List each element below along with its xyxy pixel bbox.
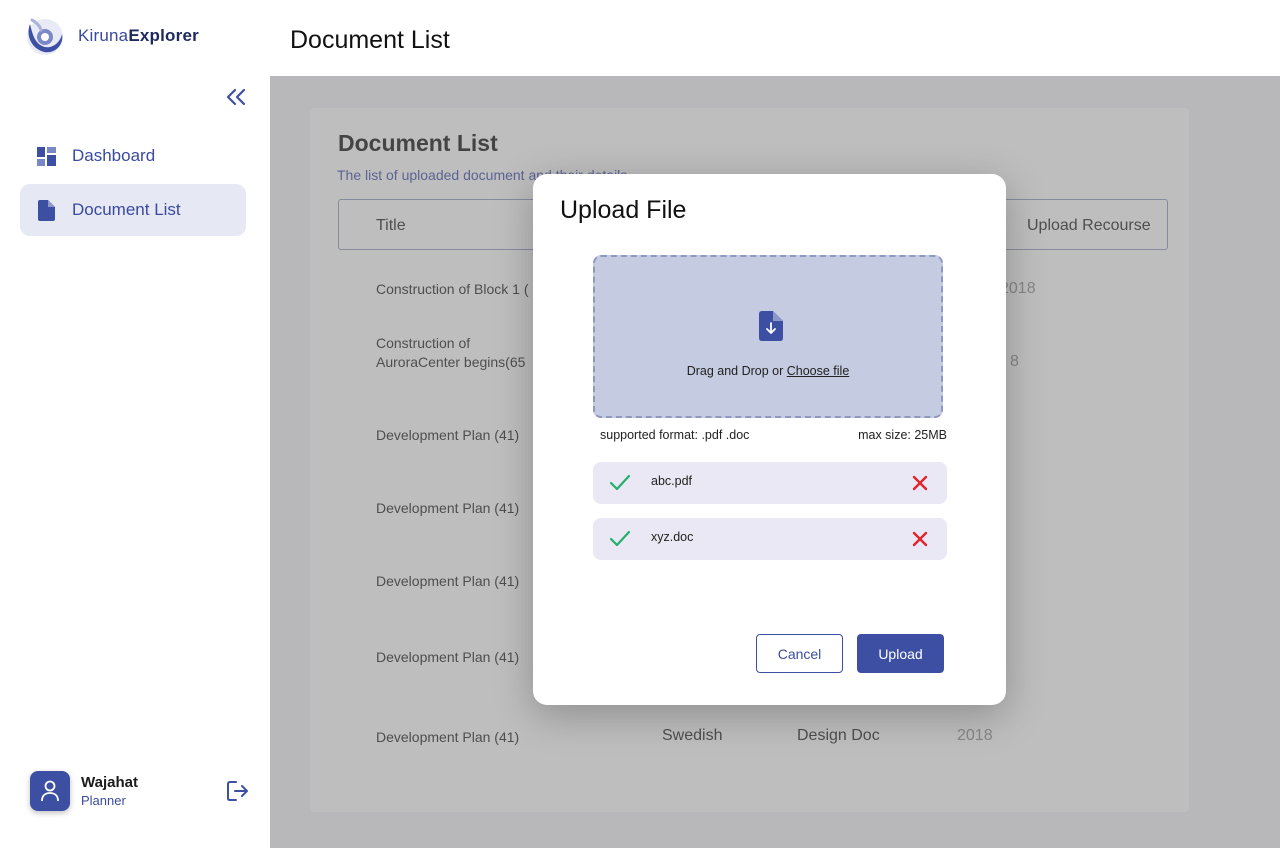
file-download-icon xyxy=(759,311,783,341)
file-name: abc.pdf xyxy=(651,474,693,488)
app-logo[interactable]: KirunaExplorer xyxy=(22,14,199,58)
dashboard-icon xyxy=(36,146,56,166)
user-info: Wajahat Planner xyxy=(81,774,138,808)
user-icon xyxy=(41,780,59,802)
sidebar: KirunaExplorer Dashboard Document List W… xyxy=(0,0,270,848)
logo-text: KirunaExplorer xyxy=(78,26,199,45)
upload-file-dialog: Upload File Drag and Drop or Choose file… xyxy=(533,174,1006,705)
file-list-item: xyz.doc xyxy=(593,518,947,560)
collapse-sidebar-button[interactable] xyxy=(224,85,248,109)
avatar[interactable] xyxy=(30,771,70,811)
sidebar-item-label: Document List xyxy=(72,200,181,219)
user-role: Planner xyxy=(81,793,126,808)
page-header: Document List xyxy=(270,0,1280,76)
logo-mark-icon xyxy=(27,18,63,55)
sidebar-nav: Dashboard Document List xyxy=(20,130,246,238)
max-size-text: max size: 25MB xyxy=(858,428,947,442)
file-list-item: abc.pdf xyxy=(593,462,947,504)
close-icon[interactable] xyxy=(911,530,929,548)
file-dropzone[interactable]: Drag and Drop or Choose file xyxy=(593,255,943,418)
user-profile: Wajahat Planner xyxy=(30,771,250,811)
document-icon xyxy=(36,199,56,221)
upload-button[interactable]: Upload xyxy=(857,634,944,673)
user-name: Wajahat xyxy=(81,774,138,791)
dialog-title: Upload File xyxy=(560,196,687,224)
sidebar-item-label: Dashboard xyxy=(72,146,156,165)
supported-formats-text: supported format: .pdf .doc xyxy=(600,428,750,442)
file-name: xyz.doc xyxy=(651,530,694,544)
choose-file-link[interactable]: Choose file xyxy=(787,364,850,378)
page-title: Document List xyxy=(290,26,450,54)
cancel-button[interactable]: Cancel xyxy=(756,634,843,673)
sidebar-item-dashboard[interactable]: Dashboard xyxy=(20,130,246,182)
dropzone-text: Drag and Drop or Choose file xyxy=(686,364,850,378)
check-icon xyxy=(609,530,631,547)
logout-button[interactable] xyxy=(226,779,250,803)
logout-icon xyxy=(227,781,248,801)
check-icon xyxy=(609,474,631,491)
close-icon[interactable] xyxy=(911,474,929,492)
double-chevron-left-icon xyxy=(226,88,246,106)
sidebar-item-document-list[interactable]: Document List xyxy=(20,184,246,236)
